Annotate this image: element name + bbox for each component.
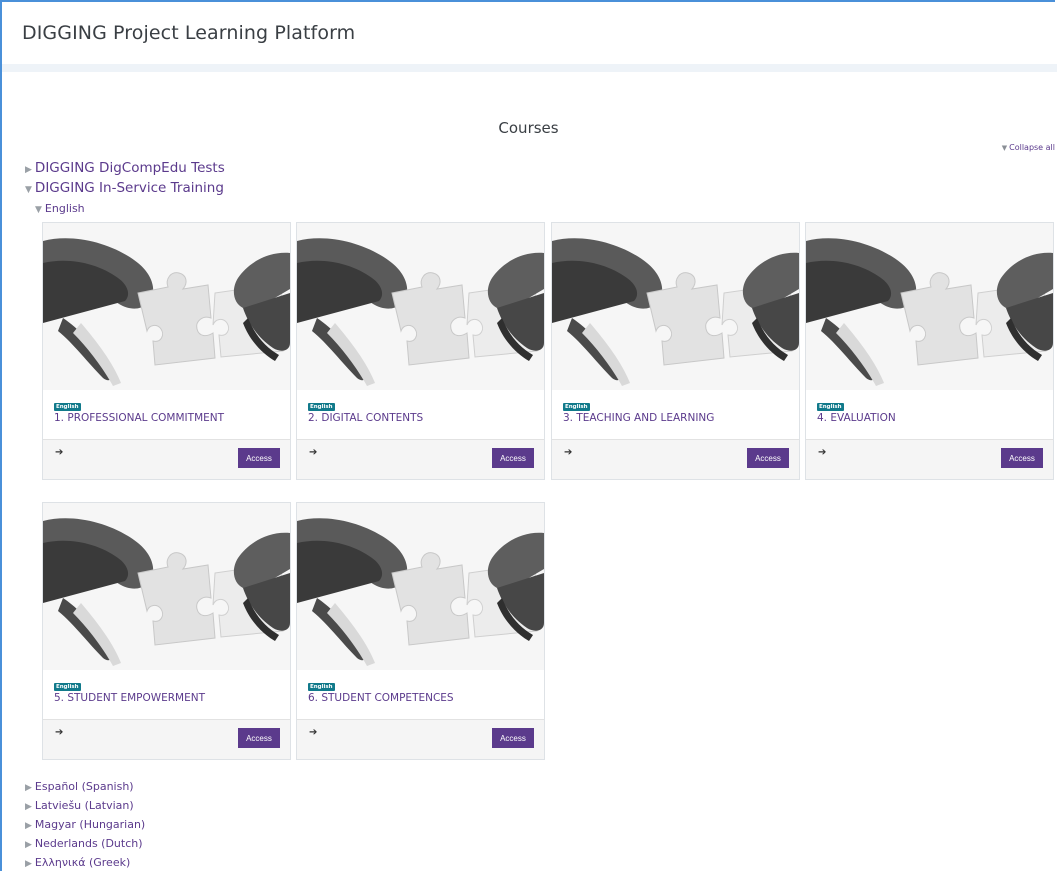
course-title-link[interactable]: 3. TEACHING AND LEARNING [563, 412, 714, 424]
course-image[interactable] [297, 223, 544, 390]
category-label: DIGGING DigCompEdu Tests [34, 160, 225, 176]
course-image[interactable] [806, 223, 1053, 390]
language-badge: English [563, 403, 590, 411]
language-badge: English [817, 403, 844, 411]
header-divider [2, 64, 1057, 72]
course-card-footer: ➔ Access [297, 439, 544, 479]
category-label: Magyar (Hungarian) [34, 818, 146, 831]
subcategory-english[interactable]: ▼ English [35, 202, 85, 215]
caret-right-icon: ▶ [25, 783, 32, 793]
sign-in-icon: ➔ [309, 727, 318, 738]
language-badge: English [308, 403, 335, 411]
category-in-service-training[interactable]: ▼ DIGGING In-Service Training [25, 180, 224, 196]
sign-in-icon: ➔ [818, 447, 827, 458]
course-card-footer: ➔ Access [552, 439, 799, 479]
caret-right-icon: ▶ [25, 859, 32, 869]
category-label: Latviešu (Latvian) [34, 799, 134, 812]
collapse-all-label: Collapse all [1009, 143, 1055, 152]
sign-in-icon: ➔ [309, 447, 318, 458]
caret-down-icon: ▼ [25, 185, 32, 195]
site-header: DIGGING Project Learning Platform [2, 2, 1057, 65]
category-hungarian[interactable]: ▶ Magyar (Hungarian) [25, 818, 145, 831]
site-title[interactable]: DIGGING Project Learning Platform [22, 22, 355, 44]
course-card: English 1. PROFESSIONAL COMMITMENT ➔ Acc… [42, 222, 291, 480]
course-title-link[interactable]: 5. STUDENT EMPOWERMENT [54, 692, 205, 704]
course-image[interactable] [552, 223, 799, 390]
course-card: English 4. EVALUATION ➔ Access [805, 222, 1054, 480]
access-button[interactable]: Access [238, 448, 280, 468]
course-card: English 2. DIGITAL CONTENTS ➔ Access [296, 222, 545, 480]
course-card-footer: ➔ Access [43, 719, 290, 759]
access-button[interactable]: Access [747, 448, 789, 468]
category-label: Ελληνικά (Greek) [34, 856, 131, 869]
category-label: Nederlands (Dutch) [34, 837, 143, 850]
caret-right-icon: ▶ [25, 802, 32, 812]
access-button[interactable]: Access [492, 728, 534, 748]
course-title-link[interactable]: 4. EVALUATION [817, 412, 896, 424]
access-button[interactable]: Access [492, 448, 534, 468]
category-dutch[interactable]: ▶ Nederlands (Dutch) [25, 837, 143, 850]
course-title-link[interactable]: 1. PROFESSIONAL COMMITMENT [54, 412, 224, 424]
access-button[interactable]: Access [238, 728, 280, 748]
caret-right-icon: ▶ [25, 165, 32, 175]
caret-down-icon: ▼ [1001, 144, 1008, 152]
subcategory-label: English [44, 202, 85, 215]
course-title-link[interactable]: 6. STUDENT COMPETENCES [308, 692, 454, 704]
access-button[interactable]: Access [1001, 448, 1043, 468]
course-card: English 5. STUDENT EMPOWERMENT ➔ Access [42, 502, 291, 760]
language-badge: English [54, 683, 81, 691]
course-image[interactable] [43, 223, 290, 390]
language-badge: English [308, 683, 335, 691]
sign-in-icon: ➔ [55, 727, 64, 738]
page-title: Courses [498, 119, 559, 137]
category-label: Español (Spanish) [34, 780, 134, 793]
category-label: DIGGING In-Service Training [34, 180, 224, 196]
course-title-link[interactable]: 2. DIGITAL CONTENTS [308, 412, 423, 424]
course-card: English 3. TEACHING AND LEARNING ➔ Acces… [551, 222, 800, 480]
sign-in-icon: ➔ [55, 447, 64, 458]
course-card-footer: ➔ Access [297, 719, 544, 759]
course-card-footer: ➔ Access [43, 439, 290, 479]
course-image[interactable] [43, 503, 290, 670]
course-card: English 6. STUDENT COMPETENCES ➔ Access [296, 502, 545, 760]
course-image[interactable] [297, 503, 544, 670]
category-spanish[interactable]: ▶ Español (Spanish) [25, 780, 134, 793]
course-card-footer: ➔ Access [806, 439, 1053, 479]
sign-in-icon: ➔ [564, 447, 573, 458]
language-badge: English [54, 403, 81, 411]
collapse-all-link[interactable]: ▼ Collapse all [1002, 143, 1055, 152]
caret-right-icon: ▶ [25, 821, 32, 831]
category-latvian[interactable]: ▶ Latviešu (Latvian) [25, 799, 134, 812]
caret-right-icon: ▶ [25, 840, 32, 850]
caret-down-icon: ▼ [35, 205, 42, 215]
category-greek[interactable]: ▶ Ελληνικά (Greek) [25, 856, 130, 869]
category-digcompedu-tests[interactable]: ▶ DIGGING DigCompEdu Tests [25, 160, 225, 176]
